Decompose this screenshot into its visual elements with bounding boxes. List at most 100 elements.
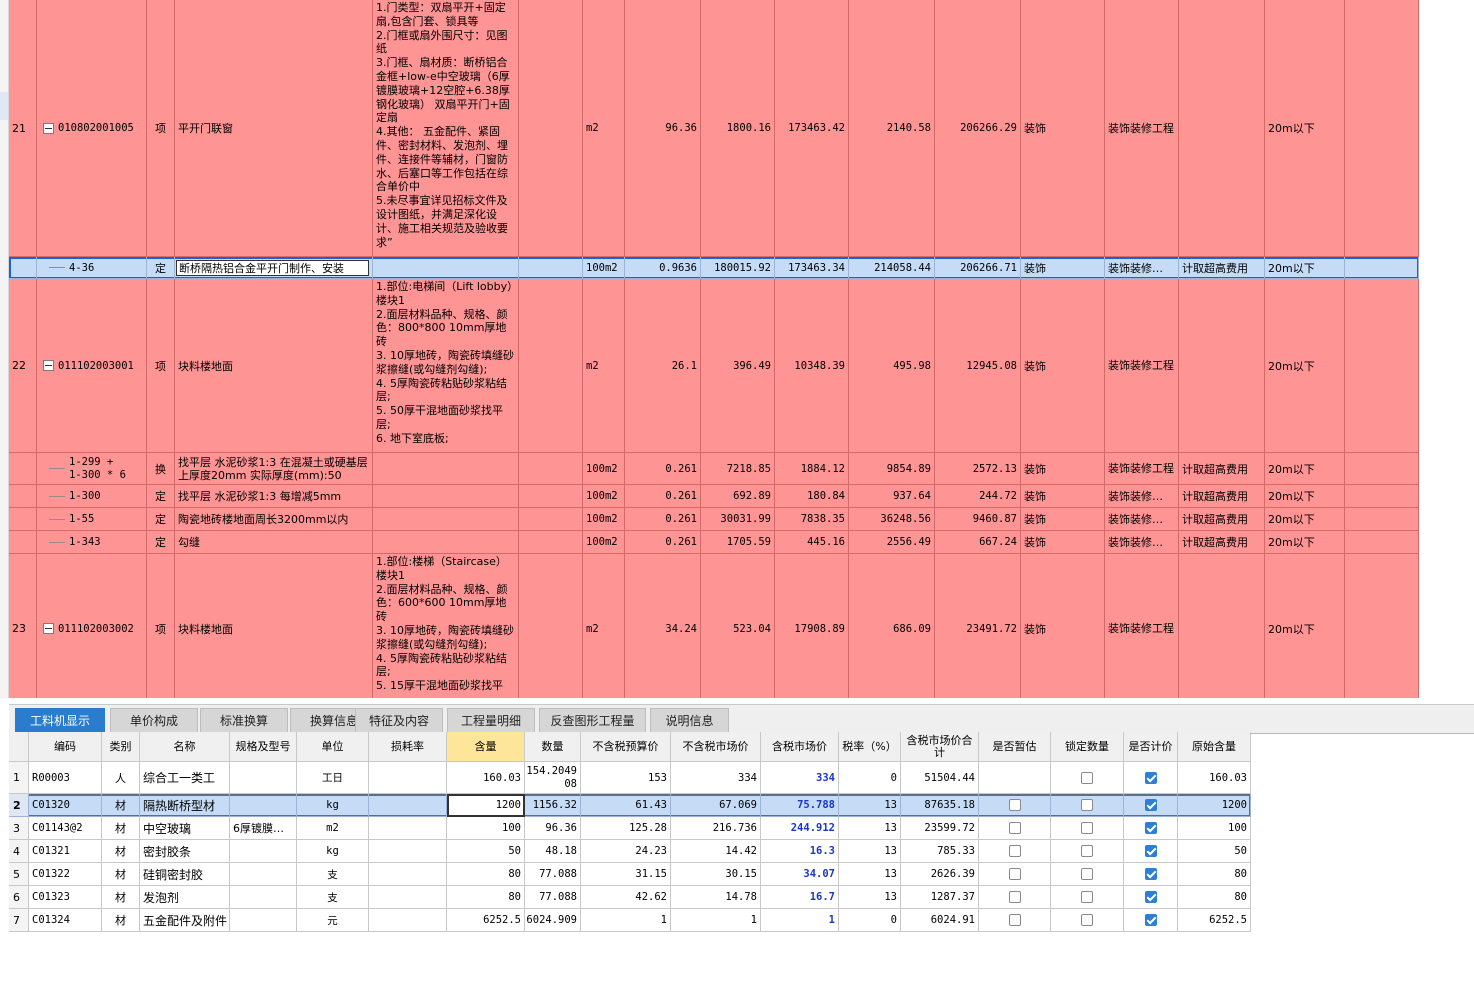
is-provisional-cell[interactable] xyxy=(979,794,1051,817)
lock-quantity-checkbox[interactable] xyxy=(1081,822,1093,834)
empty-cell[interactable] xyxy=(519,0,583,257)
priced-checkbox[interactable] xyxy=(1144,891,1157,903)
is-provisional-cell[interactable] xyxy=(979,886,1051,909)
empty-cell[interactable] xyxy=(1345,485,1419,508)
column-header-rate[interactable]: 税率（%） xyxy=(839,732,901,762)
type-cell[interactable]: 定 xyxy=(147,257,175,279)
original-content-cell[interactable]: 6252.5 xyxy=(1178,909,1251,932)
budget-price-cell[interactable]: 125.28 xyxy=(581,817,671,840)
column-header-code[interactable]: 编码 xyxy=(29,732,102,762)
lock-quantity-checkbox[interactable] xyxy=(1081,891,1093,903)
content-cell[interactable]: 80 xyxy=(447,863,525,886)
is-priced-cell[interactable] xyxy=(1124,762,1178,794)
spec-cell[interactable] xyxy=(230,886,297,909)
tax-rate-cell[interactable]: 13 xyxy=(839,863,901,886)
empty-cell[interactable] xyxy=(1345,0,1419,257)
item-name-cell[interactable]: 找平层 水泥砂浆1:3 在混凝土或硬基层上厚度20mm 实际厚度(mm):50 xyxy=(175,453,373,485)
tax-market-total-cell[interactable]: 6024.91 xyxy=(901,909,979,932)
type-cell[interactable]: 项 xyxy=(147,554,175,698)
quantity-cell[interactable]: 0.261 xyxy=(625,531,701,554)
quota-item-row[interactable]: 1-299 + 1-300 * 6 换找平层 水泥砂浆1:3 在混凝土或硬基层上厚… xyxy=(9,453,1419,485)
overheight-fee-cell[interactable] xyxy=(1179,554,1265,698)
budget-price-cell[interactable]: 153 xyxy=(581,762,671,794)
market-price-cell[interactable]: 30.15 xyxy=(671,863,761,886)
empty-cell[interactable] xyxy=(1345,508,1419,531)
content-cell[interactable]: 1200 xyxy=(447,794,525,817)
collapse-toggle-icon[interactable] xyxy=(43,122,54,134)
tax-market-total-cell[interactable]: 23599.72 xyxy=(901,817,979,840)
tax-market-price-cell[interactable]: 16.7 xyxy=(761,886,839,909)
lock-quantity-cell[interactable] xyxy=(1051,840,1124,863)
content-cell[interactable]: 50 xyxy=(447,840,525,863)
tax-total-price-cell[interactable]: 667.24 xyxy=(935,531,1021,554)
priced-checkbox[interactable] xyxy=(1144,914,1157,926)
quota-item-row[interactable]: 1-343 定勾缝 100m2 0.261 1705.59 445.16 2556.49 66… xyxy=(9,531,1419,554)
item-features-cell[interactable] xyxy=(373,508,519,531)
is-priced-cell[interactable] xyxy=(1124,886,1178,909)
overheight-fee-cell[interactable] xyxy=(1179,279,1265,453)
column-header-unit[interactable]: 单位 xyxy=(297,732,369,762)
spec-cell[interactable] xyxy=(230,762,297,794)
major-cell[interactable]: 装饰 xyxy=(1021,453,1105,485)
budget-price-cell[interactable]: 1 xyxy=(581,909,671,932)
original-content-cell[interactable]: 1200 xyxy=(1178,794,1251,817)
column-header-price[interactable]: 是否计价 xyxy=(1124,732,1178,762)
resource-row[interactable]: 2 C01320 材隔热断桥型材 kg 1200 1156.32 61.43 67.069 75… xyxy=(9,794,1251,817)
overheight-fee-cell[interactable]: 计取超高费用 xyxy=(1179,531,1265,554)
tax-unit-price-cell[interactable]: 495.98 xyxy=(849,279,935,453)
resource-row[interactable]: 3 C01143@2 材中空玻璃 6厚镀膜… m2 100 96.36 125.28 216.7… xyxy=(9,817,1251,840)
major-cell[interactable]: 装饰 xyxy=(1021,485,1105,508)
provisional-checkbox[interactable] xyxy=(1008,868,1021,880)
lock-quantity-checkbox[interactable] xyxy=(1081,868,1093,880)
empty-cell[interactable] xyxy=(519,554,583,698)
column-header-content[interactable]: 含量 xyxy=(447,732,525,762)
quota-item-row[interactable]: 4-36 定断桥隔热铝合金平开门制作、安装 100m2 0.9636 180015.92… xyxy=(9,257,1419,279)
quantity-cell[interactable]: 96.36 xyxy=(625,0,701,257)
tax-market-total-cell[interactable]: 2626.39 xyxy=(901,863,979,886)
category-cell[interactable]: 材 xyxy=(102,863,140,886)
priced-checkbox[interactable] xyxy=(1144,845,1157,857)
spec-cell[interactable]: 6厚镀膜… xyxy=(230,817,297,840)
lock-quantity-checkbox[interactable] xyxy=(1081,771,1093,784)
budget-price-cell[interactable]: 61.43 xyxy=(581,794,671,817)
empty-cell[interactable] xyxy=(1345,279,1419,453)
height-range-cell[interactable]: 20m以下 xyxy=(1265,257,1345,279)
item-name-cell[interactable]: 勾缝 xyxy=(175,531,373,554)
quantity-cell[interactable]: 26.1 xyxy=(625,279,701,453)
priced-checkbox[interactable] xyxy=(1144,822,1157,834)
type-cell[interactable]: 换 xyxy=(147,453,175,485)
category-cell[interactable]: 人 xyxy=(102,762,140,794)
loss-rate-cell[interactable] xyxy=(369,840,447,863)
name-cell[interactable]: 五金配件及附件 xyxy=(140,909,230,932)
is-provisional-cell[interactable] xyxy=(979,863,1051,886)
overheight-fee-cell[interactable]: 计取超高费用 xyxy=(1179,453,1265,485)
item-features-cell[interactable] xyxy=(373,257,519,279)
unit-cell[interactable]: 100m2 xyxy=(583,453,625,485)
quantity-cell[interactable]: 0.261 xyxy=(625,508,701,531)
item-name-cell[interactable]: 陶瓷地砖楼地面周长3200mm以内 xyxy=(175,508,373,531)
content-cell[interactable]: 80 xyxy=(447,886,525,909)
item-name-cell[interactable]: 断桥隔热铝合金平开门制作、安装 xyxy=(175,257,373,279)
loss-rate-cell[interactable] xyxy=(369,863,447,886)
unit-cell[interactable]: 100m2 xyxy=(583,508,625,531)
type-cell[interactable]: 项 xyxy=(147,0,175,257)
category-cell[interactable]: 材 xyxy=(102,840,140,863)
quantity-cell[interactable]: 96.36 xyxy=(525,817,581,840)
tax-rate-cell[interactable]: 0 xyxy=(839,909,901,932)
unit-cell[interactable]: 工日 xyxy=(297,762,369,794)
tax-market-price-cell[interactable]: 1 xyxy=(761,909,839,932)
fee-category-cell[interactable]: 装饰装修… xyxy=(1105,485,1179,508)
total-price-cell[interactable]: 173463.42 xyxy=(775,0,849,257)
type-cell[interactable]: 定 xyxy=(147,508,175,531)
tax-market-total-cell[interactable]: 1287.37 xyxy=(901,886,979,909)
name-cell[interactable]: 发泡剂 xyxy=(140,886,230,909)
tax-total-price-cell[interactable]: 12945.08 xyxy=(935,279,1021,453)
height-range-cell[interactable]: 20m以下 xyxy=(1265,453,1345,485)
item-name-cell[interactable]: 块料楼地面 xyxy=(175,279,373,453)
resource-row[interactable]: 5 C01322 材硅铜密封胶支 80 77.088 31.15 30.15 34.07 13 2… xyxy=(9,863,1251,886)
empty-cell[interactable] xyxy=(519,508,583,531)
tab-4[interactable]: 特征及内容 xyxy=(355,708,443,732)
tax-total-price-cell[interactable]: 244.72 xyxy=(935,485,1021,508)
content-cell[interactable]: 6252.5 xyxy=(447,909,525,932)
code-cell[interactable]: 1-55 xyxy=(37,508,147,531)
